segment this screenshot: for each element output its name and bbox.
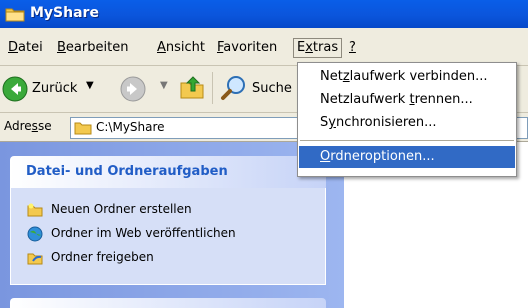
folder-icon [5,8,25,22]
second-panel-header[interactable] [10,298,326,308]
menu-item-folder-options[interactable]: Ordneroptionen... [299,146,515,168]
menu-bar: Datei Bearbeiten Ansicht Favoriten Extra… [0,28,528,66]
menu-item-disconnect-network-drive[interactable]: Netzlaufwerk trennen... [299,89,515,111]
title-bar[interactable]: MyShare [0,0,528,28]
back-button[interactable]: Zurück ▼ [2,74,112,104]
window-title: MyShare [30,5,99,21]
menu-bearbeiten[interactable]: Bearbeiten [54,39,131,57]
publish-web-icon [27,226,43,242]
search-button[interactable]: Suche [220,74,300,104]
menu-datei[interactable]: Datei [5,39,46,57]
back-dropdown-icon[interactable]: ▼ [86,80,94,91]
forward-arrow-icon[interactable] [120,76,146,102]
menu-item-synchronize[interactable]: Synchronisieren... [299,112,515,134]
tasks-panel-header[interactable]: Datei- und Ordneraufgaben ⌃ [10,156,326,188]
menu-item-map-network-drive[interactable]: Netzlaufwerk verbinden... [299,66,515,88]
menu-separator [300,140,514,141]
back-arrow-icon [2,76,28,102]
search-icon [221,76,245,100]
menu-extras[interactable]: Extras [293,38,343,58]
folder-up-icon[interactable] [178,74,206,102]
extras-dropdown-menu: Netzlaufwerk verbinden... Netzlaufwerk t… [297,62,517,177]
search-label: Suche [252,81,292,96]
tasks-panel-title: Datei- und Ordneraufgaben [26,164,228,179]
tasks-panel: Datei- und Ordneraufgaben ⌃ Neuen Ordner… [10,156,326,285]
menu-ansicht[interactable]: Ansicht [154,39,208,57]
back-label: Zurück [32,81,78,96]
menu-help[interactable]: ? [346,39,359,57]
forward-dropdown-icon[interactable]: ▼ [160,80,168,91]
tasks-panel-body: Neuen Ordner erstellen Ordner im Web ver… [10,188,326,285]
address-value: C:\MyShare [96,120,165,134]
task-pane: Datei- und Ordneraufgaben ⌃ Neuen Ordner… [0,142,344,308]
menu-favoriten[interactable]: Favoriten [214,39,280,57]
address-label: Adresse [4,119,52,133]
share-folder-icon [27,253,43,265]
folder-icon [74,122,92,135]
new-folder-icon [27,203,43,217]
